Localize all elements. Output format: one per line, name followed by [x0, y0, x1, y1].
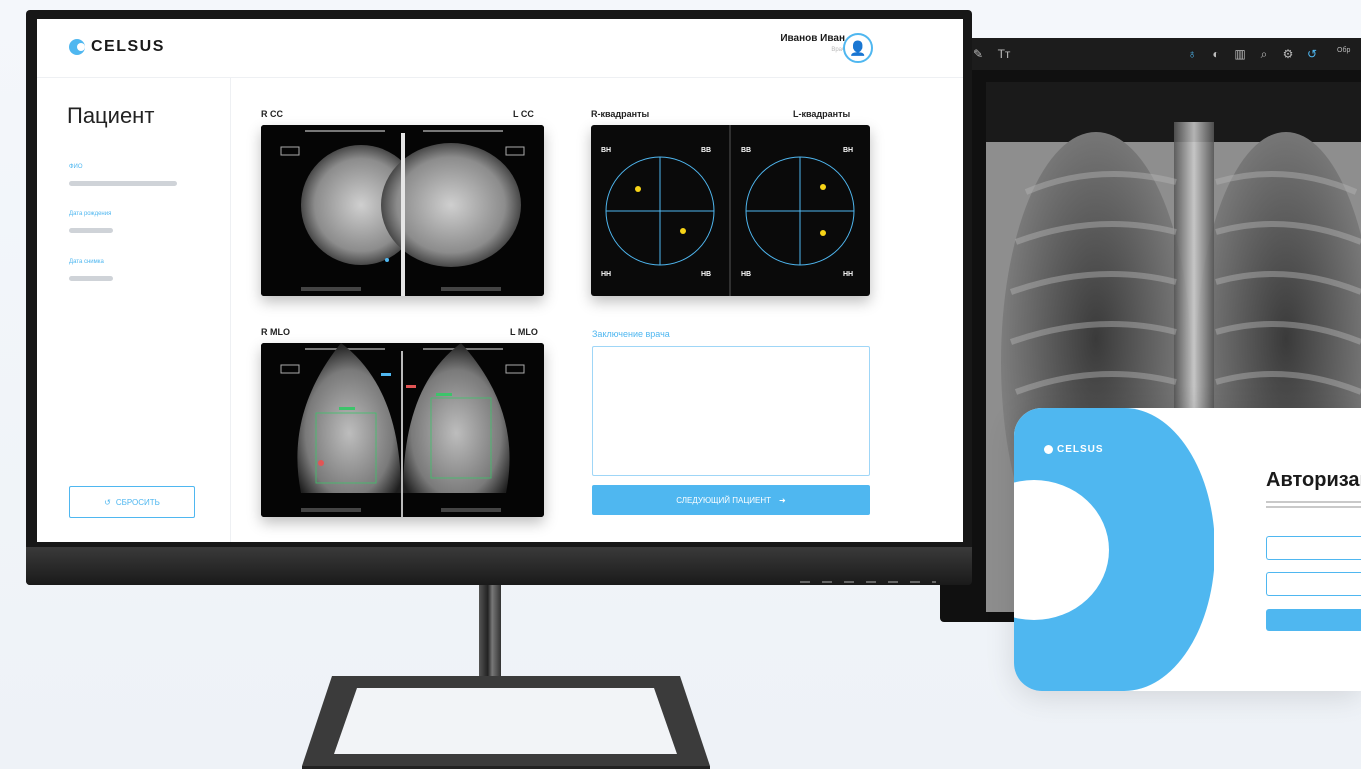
contrast-icon[interactable]: ◐	[1208, 46, 1224, 62]
reset-label: СБРОСИТЬ	[115, 497, 160, 507]
login-password-field[interactable]	[1266, 572, 1361, 596]
logo-icon	[69, 39, 85, 55]
monitor-stand-neck	[479, 578, 501, 686]
split-view-icon[interactable]: ▥	[1232, 46, 1248, 62]
quadrants-pane[interactable]: ВН ВВ НН НВ ВВ ВН НВ НН	[591, 125, 870, 296]
quadrant-label: НН	[843, 271, 854, 278]
view-label-lmlo: L MLO	[510, 327, 538, 337]
field-value-birthdate	[69, 228, 113, 233]
user-name: Иванов Иван	[780, 33, 845, 44]
view-label-rcc: R CC	[261, 109, 283, 119]
brand-text: CELSUS	[91, 38, 165, 55]
view-label-lcc: L CC	[513, 109, 534, 119]
quadrant-label: НВ	[701, 271, 712, 278]
monitor-stand-base	[302, 676, 710, 769]
cc-mammogram-pane[interactable]	[261, 125, 544, 296]
patient-title: Пациент	[67, 103, 155, 128]
settings-icon[interactable]: ⚙	[1280, 46, 1296, 62]
reset-view-icon[interactable]: ↺	[1304, 46, 1320, 62]
login-submit-button[interactable]	[1266, 609, 1361, 631]
field-value-scan-date	[69, 276, 113, 281]
app-header: CELSUS Иванов Иван Врач 👤	[37, 19, 963, 78]
mlo-mammogram-pane[interactable]	[261, 343, 544, 517]
finding-marker[interactable]	[680, 228, 686, 234]
login-email-field[interactable]	[1266, 536, 1361, 560]
finding-marker[interactable]	[820, 184, 826, 190]
finding-marker[interactable]	[820, 230, 826, 236]
view-label-rmlo: R MLO	[261, 327, 290, 337]
patient-sidebar	[37, 78, 231, 542]
zoom-icon[interactable]: ⌕	[1256, 46, 1272, 62]
field-label-birthdate: Дата рождения	[69, 211, 112, 217]
user-icon: 👤	[849, 40, 867, 56]
text-icon[interactable]: Tт	[996, 46, 1012, 62]
field-value-fio	[69, 181, 177, 186]
login-title: Авторизац	[1266, 469, 1361, 491]
conclusion-label: Заключение врача	[592, 329, 670, 339]
app-screen: CELSUS Иванов Иван Врач 👤 Пациент ФИО Да…	[37, 19, 963, 542]
quadrant-label: НВ	[741, 271, 752, 278]
monitor-bezel	[26, 547, 972, 585]
quadrant-label: ВН	[601, 147, 612, 154]
arrow-right-icon: ➜	[779, 495, 786, 505]
monitor-buttons	[800, 571, 940, 583]
reset-button[interactable]: ↺ СБРОСИТЬ	[69, 486, 195, 518]
next-patient-label: СЛЕДУЮЩИЙ ПАЦИЕНТ	[676, 495, 772, 505]
user-role: Врач	[831, 47, 845, 53]
quadrant-label: ВН	[843, 147, 854, 154]
conclusion-textarea[interactable]	[592, 346, 870, 476]
pen-icon[interactable]: ✎	[970, 46, 986, 62]
toolbar-label[interactable]: Обр	[1337, 47, 1350, 54]
quadrant-diagram	[605, 125, 855, 296]
quadrants-label-right: L-квадранты	[793, 109, 851, 119]
finding-marker[interactable]	[635, 186, 641, 192]
reset-icon: ↺	[104, 497, 111, 507]
login-brand-text: CELSUS	[1057, 444, 1104, 455]
quadrants-label-left: R-квадранты	[591, 109, 650, 119]
quadrant-label: ВВ	[701, 147, 712, 154]
login-subtitle	[1266, 501, 1361, 503]
next-patient-button[interactable]: СЛЕДУЮЩИЙ ПАЦИЕНТ ➜	[592, 485, 870, 515]
user-avatar[interactable]: 👤	[843, 33, 873, 63]
marker-tool-icon[interactable]: ♁	[1184, 46, 1200, 62]
field-label-fio: ФИО	[69, 164, 83, 170]
login-card: CELSUS Авторизац	[1014, 408, 1361, 691]
brand-logo[interactable]: CELSUS	[69, 38, 165, 56]
quadrant-label: НН	[601, 271, 612, 278]
quadrant-label: ВВ	[741, 147, 752, 154]
logo-icon	[1044, 445, 1053, 454]
login-brand: CELSUS	[1044, 444, 1104, 455]
viewer-toolbar: ✎ Tт ♁ ◐ ▥ ⌕ ⚙ ↺ Обр	[940, 38, 1361, 70]
field-label-scan-date: Дата снимка	[69, 259, 104, 265]
